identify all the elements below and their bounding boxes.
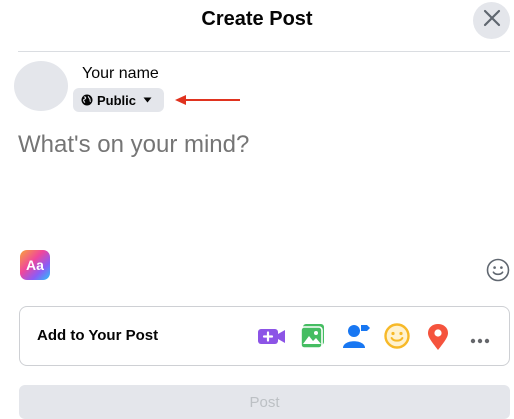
annotation-arrow-icon [175,93,241,111]
caret-down-icon [143,97,152,103]
add-to-post-bar: Add to Your Post [19,306,510,366]
dialog-header: Create Post [0,0,514,50]
more-icon[interactable] [470,331,490,349]
dialog-title: Create Post [201,8,313,30]
add-to-post-label: Add to Your Post [37,327,159,344]
tag-people-icon[interactable] [343,323,371,354]
header-divider [18,51,510,52]
user-name: Your name [82,65,159,82]
smiley-outline-icon[interactable] [486,258,510,287]
privacy-selector-button[interactable]: Public [73,88,164,112]
text-background-label: Aa [26,257,44,273]
post-composer-input[interactable] [18,131,498,159]
check-in-icon[interactable] [427,323,449,356]
post-button-label: Post [249,393,280,411]
text-background-button[interactable]: Aa [20,250,50,280]
live-video-icon[interactable] [257,323,287,354]
post-button[interactable]: Post [19,385,510,419]
globe-icon [81,94,93,106]
avatar[interactable] [14,61,68,111]
close-button[interactable] [473,2,510,39]
feeling-activity-icon[interactable] [384,323,410,354]
photo-video-icon[interactable] [300,323,326,354]
privacy-label: Public [97,92,137,108]
close-icon [483,9,501,32]
